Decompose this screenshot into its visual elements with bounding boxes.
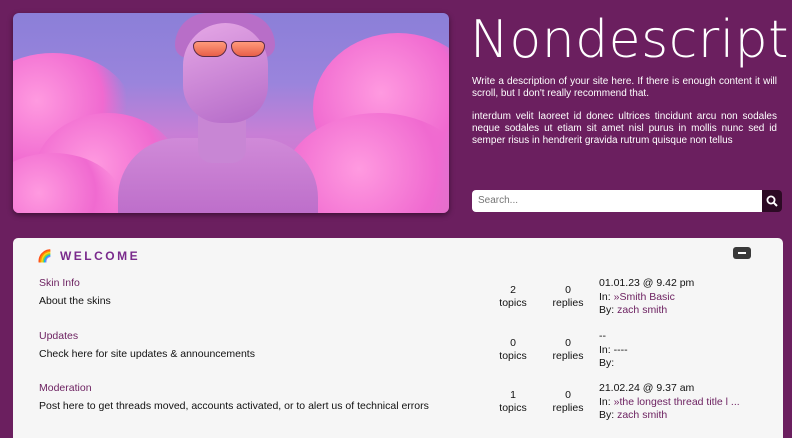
last-post-user-link[interactable]: zach smith xyxy=(617,409,667,421)
collapse-button[interactable] xyxy=(733,247,751,259)
last-post-thread-link[interactable]: »Smith Basic xyxy=(614,291,675,303)
category-header: 🌈 WELCOME xyxy=(37,249,140,263)
search-icon xyxy=(766,195,778,207)
replies-count: 0 replies xyxy=(552,389,584,414)
topics-count: 1 topics xyxy=(499,389,527,414)
forum-link-moderation[interactable]: Moderation xyxy=(39,382,92,394)
last-post-info: -- In: ---- By: xyxy=(599,330,628,369)
description-paragraph: interdum velit laoreet id donec ultrices… xyxy=(472,111,777,146)
replies-count: 0 replies xyxy=(552,284,584,309)
forum-description: Post here to get threads moved, accounts… xyxy=(39,400,429,412)
rainbow-icon: 🌈 xyxy=(37,249,52,263)
forum-row: Moderation Post here to get threads move… xyxy=(13,382,783,432)
forum-row: Updates Check here for site updates & an… xyxy=(13,330,783,380)
category-panel: 🌈 WELCOME Skin Info About the skins 2 top… xyxy=(13,238,783,438)
search-input[interactable] xyxy=(472,190,762,212)
description-paragraph: Write a description of your site here. I… xyxy=(472,76,777,99)
category-title: WELCOME xyxy=(59,249,141,263)
last-post-thread-link[interactable]: »the longest thread title l ... xyxy=(614,396,740,408)
replies-count: 0 replies xyxy=(552,337,584,362)
forum-link-updates[interactable]: Updates xyxy=(39,330,78,342)
site-description: Write a description of your site here. I… xyxy=(472,76,777,158)
header-banner-image xyxy=(13,13,449,213)
last-post-info: 21.02.24 @ 9.37 am In: »the longest thre… xyxy=(599,382,740,421)
forum-row: Skin Info About the skins 2 topics 0 repli… xyxy=(13,277,783,327)
site-title: Nondescript xyxy=(470,10,790,70)
topics-count: 2 topics xyxy=(499,284,527,309)
forum-description: Check here for site updates & announceme… xyxy=(39,348,255,360)
last-post-user-link[interactable]: zach smith xyxy=(617,304,667,316)
forum-description: About the skins xyxy=(39,295,111,307)
forum-link-skin-info[interactable]: Skin Info xyxy=(39,277,80,289)
topics-count: 0 topics xyxy=(499,337,527,362)
search-button[interactable] xyxy=(762,190,782,212)
last-post-info: 01.01.23 @ 9.42 pm In: »Smith Basic By: … xyxy=(599,277,695,316)
